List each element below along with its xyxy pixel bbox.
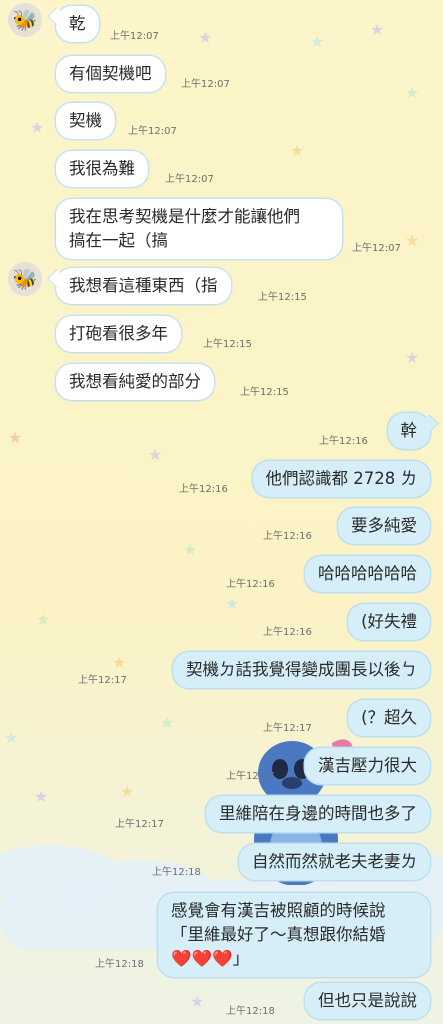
message-text: 搞在一起（搞 <box>69 231 168 250</box>
message-timestamp: 上午12:16 <box>263 627 312 638</box>
outgoing-message-bubble[interactable]: 里維陪在身邊的時間也多了 <box>206 796 430 832</box>
message-timestamp: 上午12:18 <box>152 867 201 878</box>
message-timestamp: 上午12:07 <box>181 79 230 90</box>
message-timestamp: 上午12:07 <box>128 126 177 137</box>
message-timestamp: 上午12:16 <box>263 531 312 542</box>
message-timestamp: 上午12:16 <box>179 484 228 495</box>
incoming-message-bubble[interactable]: 我想看純愛的部分 <box>56 364 214 400</box>
heart-emoji-icon: ❤️❤️❤️ <box>171 949 233 968</box>
message-timestamp: 上午12:07 <box>352 243 401 254</box>
outgoing-message-bubble[interactable]: (好失禮 <box>348 604 430 640</box>
message-text: 我在思考契機是什麼才能讓他們 <box>69 207 300 226</box>
message-timestamp: 上午12:17 <box>263 723 312 734</box>
incoming-message-bubble[interactable]: 打砲看很多年 <box>56 316 181 352</box>
message-timestamp: 上午12:15 <box>203 339 252 350</box>
outgoing-message-bubble[interactable]: 自然而然就老夫老妻ㄌ <box>239 844 430 880</box>
outgoing-message-bubble[interactable]: 契機ㄉ話我覺得變成團長以後ㄅ <box>173 652 430 688</box>
incoming-message-bubble[interactable]: 契機 <box>56 103 115 139</box>
message-timestamp: 上午12:16 <box>319 436 368 447</box>
message-text: 「里維最好了～真想跟你結婚 <box>171 925 386 944</box>
outgoing-message-bubble[interactable]: 要多純愛 <box>338 508 430 544</box>
message-timestamp: 上午12:16 <box>226 579 275 590</box>
chat-message-list[interactable]: 🐝 🐝 乾 上午12:07 有個契機吧 上午12:07 契機 上午12:07 我… <box>0 0 443 1024</box>
incoming-message-bubble[interactable]: 我很為難 <box>56 151 148 187</box>
outgoing-message-bubble[interactable]: 但也只是說說 <box>305 983 430 1019</box>
message-timestamp: 上午12:15 <box>240 387 289 398</box>
bee-avatar-icon[interactable]: 🐝 <box>8 3 42 37</box>
outgoing-message-bubble[interactable]: 漢吉壓力很大 <box>305 748 430 784</box>
message-timestamp: 上午12:07 <box>165 174 214 185</box>
outgoing-message-bubble[interactable]: (？超久 <box>348 700 430 736</box>
message-timestamp: 上午12:17 <box>226 771 275 782</box>
incoming-message-bubble[interactable]: 乾 <box>56 6 99 42</box>
outgoing-message-bubble[interactable]: 他們認識都 2728 ㄌ <box>252 461 430 497</box>
incoming-message-bubble[interactable]: 我想看這種東西（指 <box>56 268 231 304</box>
outgoing-message-bubble[interactable]: 幹 <box>387 413 430 449</box>
message-timestamp: 上午12:17 <box>78 675 127 686</box>
message-timestamp: 上午12:17 <box>115 819 164 830</box>
message-text: 」 <box>232 949 250 968</box>
outgoing-message-bubble[interactable]: 感覺會有漢吉被照顧的時候說 「里維最好了～真想跟你結婚 ❤️❤️❤️」 <box>158 893 430 977</box>
bee-avatar-icon[interactable]: 🐝 <box>8 262 42 296</box>
message-timestamp: 上午12:07 <box>110 31 159 42</box>
incoming-message-bubble[interactable]: 有個契機吧 <box>56 56 165 92</box>
message-timestamp: 上午12:15 <box>258 292 307 303</box>
message-text: 感覺會有漢吉被照顧的時候說 <box>171 901 386 920</box>
message-timestamp: 上午12:18 <box>95 959 144 970</box>
outgoing-message-bubble[interactable]: 哈哈哈哈哈哈 <box>305 556 430 592</box>
incoming-message-bubble[interactable]: 我在思考契機是什麼才能讓他們 搞在一起（搞 <box>56 199 342 259</box>
message-timestamp: 上午12:18 <box>226 1006 275 1017</box>
